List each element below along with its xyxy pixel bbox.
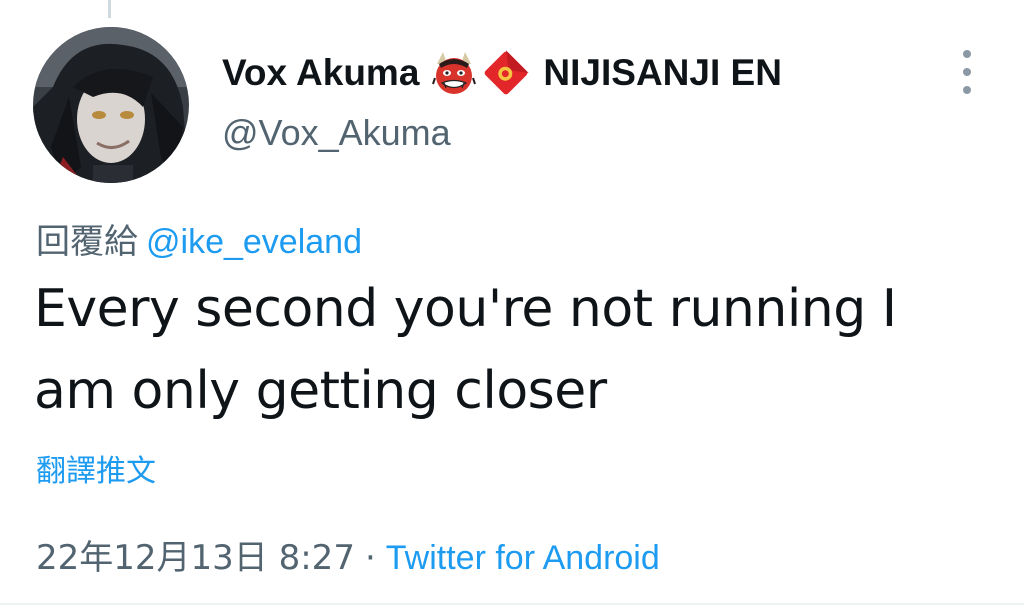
reply-context: 回覆給 @ike_eveland	[36, 214, 362, 263]
tweet-source-link[interactable]: Twitter for Android	[386, 539, 660, 577]
author-organization-text[interactable]: NIJISANJI EN	[543, 52, 782, 94]
japanese-ogre-emoji-icon	[431, 50, 477, 96]
tweet-timestamp[interactable]: 22年12月13日 8:27	[36, 538, 355, 578]
author-name-text[interactable]: Vox Akuma	[222, 52, 419, 94]
avatar-image	[33, 27, 189, 183]
more-dot-icon	[963, 86, 971, 94]
more-dot-icon	[963, 68, 971, 76]
tweet-body-text: Every second you're not running I am onl…	[34, 279, 897, 421]
avatar[interactable]	[33, 27, 189, 183]
thread-connector-line	[108, 0, 111, 18]
more-dot-icon	[963, 50, 971, 58]
tweet-metadata: 22年12月13日 8:27 · Twitter for Android	[36, 530, 660, 579]
more-options-button[interactable]	[954, 50, 980, 94]
reply-prefix-text: 回覆給	[36, 222, 138, 262]
metadata-separator: ·	[364, 538, 376, 578]
reply-mention-link[interactable]: @ike_eveland	[146, 223, 362, 261]
author-display-name[interactable]: Vox Akuma NIJISANJI EN	[222, 50, 782, 96]
bottom-divider	[0, 603, 1024, 605]
author-handle[interactable]: @Vox_Akuma	[222, 112, 451, 154]
red-envelope-emoji-icon	[483, 50, 530, 96]
translate-tweet-link[interactable]: 翻譯推文	[36, 446, 156, 490]
